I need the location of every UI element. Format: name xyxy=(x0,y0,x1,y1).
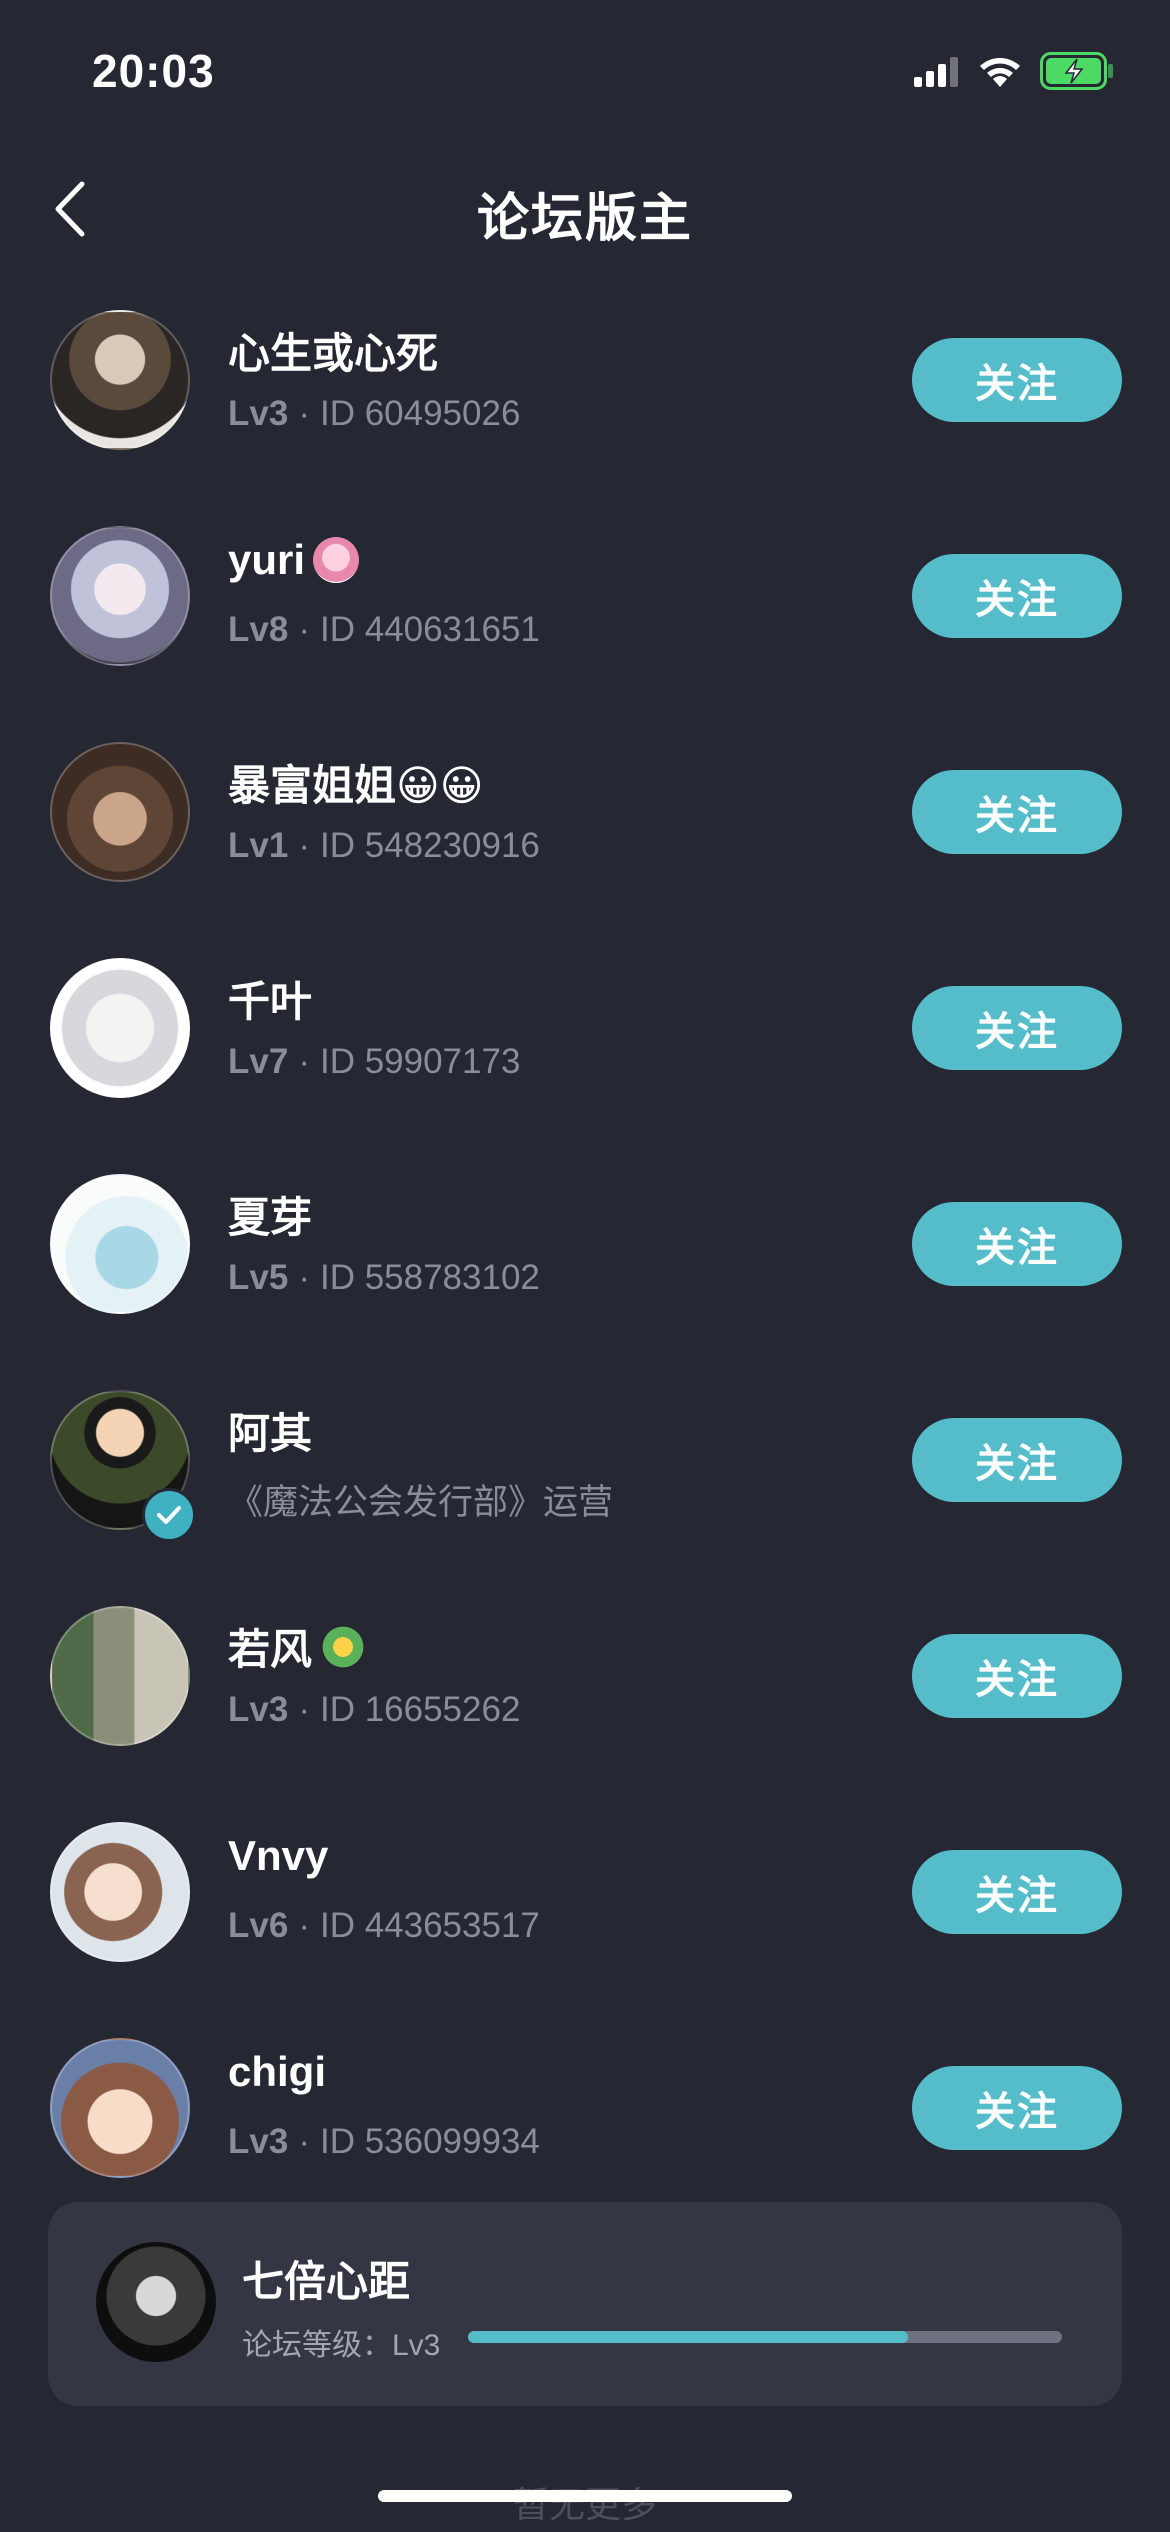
level-progress-bar xyxy=(468,2331,1062,2343)
level-progress-fill xyxy=(468,2331,908,2343)
avatar[interactable] xyxy=(50,1174,190,1314)
user-meta: Lv3 · ID 536099934 xyxy=(228,2122,540,2162)
status-time: 20:03 xyxy=(92,45,215,97)
list-item[interactable]: 阿其 《魔法公会发行部》运营 关注 xyxy=(0,1380,1170,1596)
follow-button[interactable]: 关注 xyxy=(912,770,1122,854)
verified-badge xyxy=(142,1488,196,1542)
avatar[interactable] xyxy=(50,742,190,882)
user-level: Lv7 xyxy=(228,1042,289,1081)
user-name: 暴富姐姐😀😀 xyxy=(228,762,484,809)
separator-dot: · xyxy=(298,1690,310,1729)
follow-button[interactable]: 关注 xyxy=(912,986,1122,1070)
page-title: 论坛版主 xyxy=(476,190,693,248)
list-item[interactable]: 暴富姐姐😀😀 Lv1 · ID 548230916 关注 xyxy=(0,732,1170,948)
checkmark-icon xyxy=(157,1506,181,1524)
user-meta: Lv3 · ID 16655262 xyxy=(228,1690,520,1730)
separator-dot: · xyxy=(298,1042,310,1081)
list-item[interactable]: 心生或心死 Lv3 · ID 60495026 关注 xyxy=(0,300,1170,516)
separator-dot: · xyxy=(298,826,310,865)
separator-dot: · xyxy=(298,394,310,433)
avatar[interactable] xyxy=(50,1606,190,1746)
user-id: ID 558783102 xyxy=(319,1258,540,1297)
list-item[interactable]: yuri Lv8 · ID 440631651 关注 xyxy=(0,516,1170,732)
user-level: Lv6 xyxy=(228,1906,289,1945)
home-indicator[interactable] xyxy=(378,2490,792,2502)
user-subtitle: 《魔法公会发行部》运营 xyxy=(228,1483,614,1522)
anime-sticker-icon xyxy=(313,537,360,583)
avatar[interactable] xyxy=(50,526,190,666)
separator-dot: · xyxy=(298,1906,310,1945)
user-name: yuri xyxy=(228,536,360,584)
avatar[interactable] xyxy=(50,310,190,450)
user-name: 阿其 xyxy=(228,1410,313,1457)
follow-button[interactable]: 关注 xyxy=(912,554,1122,638)
user-id: ID 60495026 xyxy=(319,394,521,433)
user-level: Lv8 xyxy=(228,610,289,649)
my-name: 七倍心距 xyxy=(242,2258,411,2305)
follow-button[interactable]: 关注 xyxy=(912,1634,1122,1718)
dragon-icon xyxy=(320,1623,367,1670)
follow-button[interactable]: 关注 xyxy=(912,1202,1122,1286)
list-item[interactable]: 千叶 Lv7 · ID 59907173 关注 xyxy=(0,948,1170,1164)
cellular-signal-icon xyxy=(914,55,960,92)
user-id: ID 16655262 xyxy=(319,1690,521,1729)
user-meta: Lv3 · ID 60495026 xyxy=(228,394,520,434)
status-bar: 20:03 xyxy=(0,0,1170,140)
user-level: Lv3 xyxy=(228,1690,289,1729)
user-level: Lv1 xyxy=(228,826,289,865)
forum-level-label: 论坛等级：Lv3 xyxy=(242,2329,441,2362)
user-meta: Lv5 · ID 558783102 xyxy=(228,1258,540,1298)
user-id: ID 440631651 xyxy=(319,610,540,649)
no-more-text: 暂无更多 xyxy=(512,2484,657,2525)
user-name: chigi xyxy=(228,2048,327,2095)
user-meta: Lv6 · ID 443653517 xyxy=(228,1906,540,1946)
separator-dot: · xyxy=(298,610,310,649)
list-item[interactable]: 若风 Lv3 · ID 16655262 关注 xyxy=(0,1596,1170,1812)
user-id: ID 59907173 xyxy=(319,1042,521,1081)
user-level: Lv3 xyxy=(228,394,289,433)
user-name: 心生或心死 xyxy=(228,330,439,377)
avatar[interactable] xyxy=(50,2038,190,2178)
avatar[interactable] xyxy=(50,958,190,1098)
user-meta: Lv7 · ID 59907173 xyxy=(228,1042,520,1082)
list-item[interactable]: 夏芽 Lv5 · ID 558783102 关注 xyxy=(0,1164,1170,1380)
user-name: 千叶 xyxy=(228,978,313,1025)
separator-dot: · xyxy=(298,2122,310,2161)
user-meta: Lv1 · ID 548230916 xyxy=(228,826,540,866)
user-meta: Lv8 · ID 440631651 xyxy=(228,610,540,650)
user-id: ID 548230916 xyxy=(319,826,540,865)
battery-charging-icon xyxy=(1040,52,1114,95)
avatar[interactable] xyxy=(96,2242,216,2362)
separator-dot: · xyxy=(298,1258,310,1297)
follow-button[interactable]: 关注 xyxy=(912,1850,1122,1934)
status-icons xyxy=(914,52,1114,95)
avatar[interactable] xyxy=(50,1822,190,1962)
wifi-icon xyxy=(978,54,1022,93)
user-name: 夏芽 xyxy=(228,1194,313,1241)
my-level-card[interactable]: 七倍心距 论坛等级：Lv3 xyxy=(48,2202,1122,2406)
follow-button[interactable]: 关注 xyxy=(912,338,1122,422)
user-name: 若风 xyxy=(228,1616,367,1677)
list-item[interactable]: Vnvy Lv6 · ID 443653517 关注 xyxy=(0,1812,1170,2028)
user-level: Lv3 xyxy=(228,2122,289,2161)
follow-button[interactable]: 关注 xyxy=(912,2066,1122,2150)
user-name: Vnvy xyxy=(228,1832,329,1879)
header: 论坛版主 xyxy=(0,150,1170,270)
follow-button[interactable]: 关注 xyxy=(912,1418,1122,1502)
moderator-list: 心生或心死 Lv3 · ID 60495026 关注 yuri Lv8 · ID 440… xyxy=(0,300,1170,2244)
user-id: ID 536099934 xyxy=(319,2122,540,2161)
user-level: Lv5 xyxy=(228,1258,289,1297)
user-id: ID 443653517 xyxy=(319,1906,540,1945)
